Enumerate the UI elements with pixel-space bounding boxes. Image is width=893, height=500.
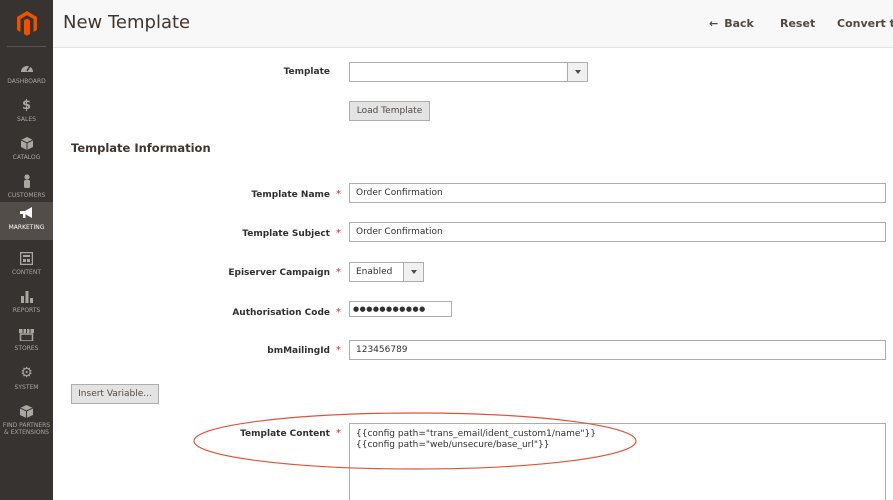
- page-title: New Template: [63, 12, 191, 33]
- cube-icon: [20, 136, 33, 150]
- sidebar-item-label: SALES: [17, 116, 36, 123]
- sidebar-item-catalog[interactable]: CATALOG: [0, 132, 53, 170]
- store-icon: [19, 327, 34, 341]
- back-button-label: Back: [724, 17, 754, 30]
- template-name-input[interactable]: Order Confirmation: [349, 183, 886, 203]
- sidebar-item-content[interactable]: CONTENT: [0, 247, 53, 285]
- required-marker: *: [336, 307, 341, 318]
- layout-icon: [20, 251, 33, 265]
- template-content-label: Template Content: [240, 429, 330, 439]
- bm-mailing-id-label: bmMailingId: [267, 346, 330, 356]
- required-marker: *: [336, 189, 341, 200]
- sidebar-item-label: CATALOG: [12, 154, 41, 161]
- sidebar-item-label: MARKETING: [8, 224, 45, 231]
- back-button[interactable]: ← Back: [709, 17, 754, 30]
- sidebar-item-label: FIND PARTNERS & EXTENSIONS: [2, 422, 51, 436]
- required-marker: *: [336, 228, 341, 239]
- bar-chart-icon: [20, 289, 34, 303]
- required-marker: *: [336, 428, 341, 439]
- dollar-icon: $: [21, 97, 32, 113]
- section-title: Template Information: [71, 141, 211, 155]
- megaphone-icon: [19, 206, 34, 220]
- sidebar-item-dashboard[interactable]: DASHBOARD: [0, 56, 53, 94]
- template-content-line: {{config path="trans_email/ident_custom1…: [356, 429, 596, 439]
- gear-icon: ⚙: [20, 365, 33, 381]
- convert-to-plain-text-button[interactable]: Convert to: [837, 17, 893, 30]
- arrow-left-icon: ←: [709, 17, 719, 30]
- template-content-line: {{config path="web/unsecure/base_url"}}: [356, 440, 550, 450]
- sidebar-item-label: CONTENT: [11, 269, 41, 276]
- page-header: New Template ← Back Reset Convert to: [53, 0, 893, 48]
- required-marker: *: [336, 345, 341, 356]
- speedometer-icon: [20, 60, 34, 74]
- load-template-button[interactable]: Load Template: [349, 101, 430, 121]
- sidebar-item-system[interactable]: ⚙ SYSTEM: [0, 362, 53, 400]
- sidebar-item-sales[interactable]: $ SALES: [0, 94, 53, 132]
- episerver-campaign-value: Enabled: [356, 267, 393, 277]
- authorisation-code-input[interactable]: ●●●●●●●●●●●: [349, 301, 452, 317]
- sidebar-divider: [7, 46, 46, 47]
- sidebar-item-marketing[interactable]: MARKETING: [0, 202, 53, 240]
- template-name-label: Template Name: [251, 190, 330, 200]
- sidebar-item-label: CUSTOMERS: [7, 192, 46, 199]
- sidebar-item-label: DASHBOARD: [7, 78, 46, 85]
- chevron-down-icon: [403, 263, 423, 281]
- sidebar-item-label: SYSTEM: [14, 384, 39, 391]
- box-icon: [20, 404, 33, 418]
- authorisation-code-label: Authorisation Code: [232, 308, 330, 318]
- template-label: Template: [283, 67, 330, 77]
- reset-button[interactable]: Reset: [780, 17, 815, 30]
- template-subject-input[interactable]: Order Confirmation: [349, 222, 886, 242]
- admin-sidebar: DASHBOARD $ SALES CATALOG CUSTOMERS MARK…: [0, 0, 53, 500]
- sidebar-item-stores[interactable]: STORES: [0, 323, 53, 361]
- person-icon: [22, 174, 32, 188]
- chevron-down-icon: [567, 63, 587, 81]
- sidebar-item-label: STORES: [14, 345, 39, 352]
- episerver-campaign-label: Episerver Campaign: [228, 268, 330, 278]
- episerver-campaign-select[interactable]: Enabled: [349, 262, 424, 282]
- template-subject-label: Template Subject: [242, 229, 330, 239]
- insert-variable-button[interactable]: Insert Variable...: [71, 384, 159, 404]
- bm-mailing-id-input[interactable]: 123456789: [349, 340, 886, 360]
- magento-logo-icon[interactable]: [0, 0, 53, 46]
- sidebar-item-label: REPORTS: [12, 307, 41, 314]
- required-marker: *: [336, 267, 341, 278]
- template-content-textarea[interactable]: {{config path="trans_email/ident_custom1…: [349, 423, 886, 500]
- template-select[interactable]: [349, 62, 588, 82]
- sidebar-item-find-partners[interactable]: FIND PARTNERS & EXTENSIONS: [0, 400, 53, 442]
- sidebar-item-reports[interactable]: REPORTS: [0, 285, 53, 323]
